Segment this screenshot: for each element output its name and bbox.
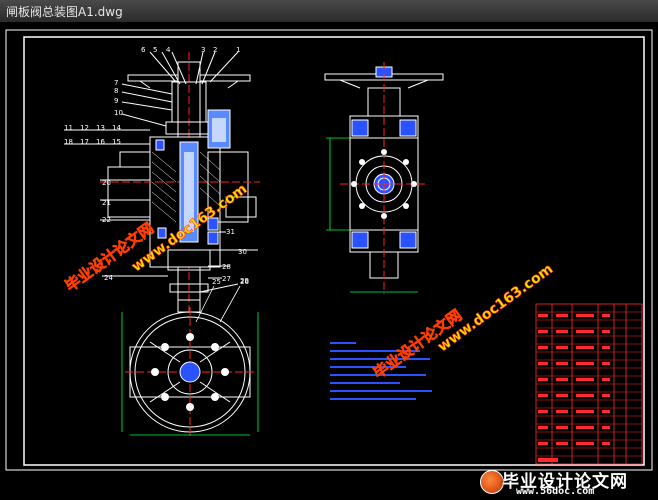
balloon: 20	[102, 179, 111, 187]
drawing-canvas[interactable]: 6 5 4 3 2 1 7 8 9 10 11 12 13 14 18 17 1…	[0, 22, 658, 500]
balloon: 2	[213, 46, 217, 54]
balloon: 6	[141, 46, 146, 54]
balloon: 27	[222, 275, 231, 283]
window-titlebar: 闸板阀总装图A1.dwg	[0, 0, 658, 23]
balloon: 14	[112, 124, 121, 132]
balloon: 4	[166, 46, 171, 54]
balloon: 21	[102, 199, 111, 207]
balloon: 7	[114, 79, 118, 87]
balloon: 11	[64, 124, 73, 132]
balloon: 15	[112, 138, 121, 146]
balloon: 10	[114, 109, 123, 117]
site-brand[interactable]: 毕业设计论文网 www.56doc.com	[480, 466, 658, 500]
plan-view	[125, 307, 255, 437]
balloon: 26	[240, 278, 249, 286]
watermarks: 毕业设计论文网 www.doc163.com 毕业设计论文网 www.doc16…	[61, 181, 556, 383]
balloon: 24	[104, 274, 113, 282]
balloon: 8	[114, 87, 118, 95]
brand-logo-icon	[480, 470, 504, 494]
balloon: 18	[64, 138, 73, 146]
cad-drawing: 6 5 4 3 2 1 7 8 9 10 11 12 13 14 18 17 1…	[5, 29, 653, 471]
balloon: 1	[236, 46, 240, 54]
balloon: 25	[212, 278, 221, 286]
balloon: 31	[226, 228, 235, 236]
balloon: 17	[80, 138, 89, 146]
balloon: 16	[96, 138, 105, 146]
balloon: 5	[153, 46, 157, 54]
brand-url: www.56doc.com	[516, 486, 595, 497]
balloon: 13	[96, 124, 105, 132]
balloon: 9	[114, 97, 118, 105]
side-view	[324, 62, 444, 294]
balloon: 12	[80, 124, 89, 132]
window-title: 闸板阀总装图A1.dwg	[6, 5, 123, 19]
balloon: 28	[222, 263, 231, 271]
balloon: 3	[201, 46, 205, 54]
balloon: 30	[238, 248, 247, 256]
balloon: 22	[102, 216, 111, 224]
